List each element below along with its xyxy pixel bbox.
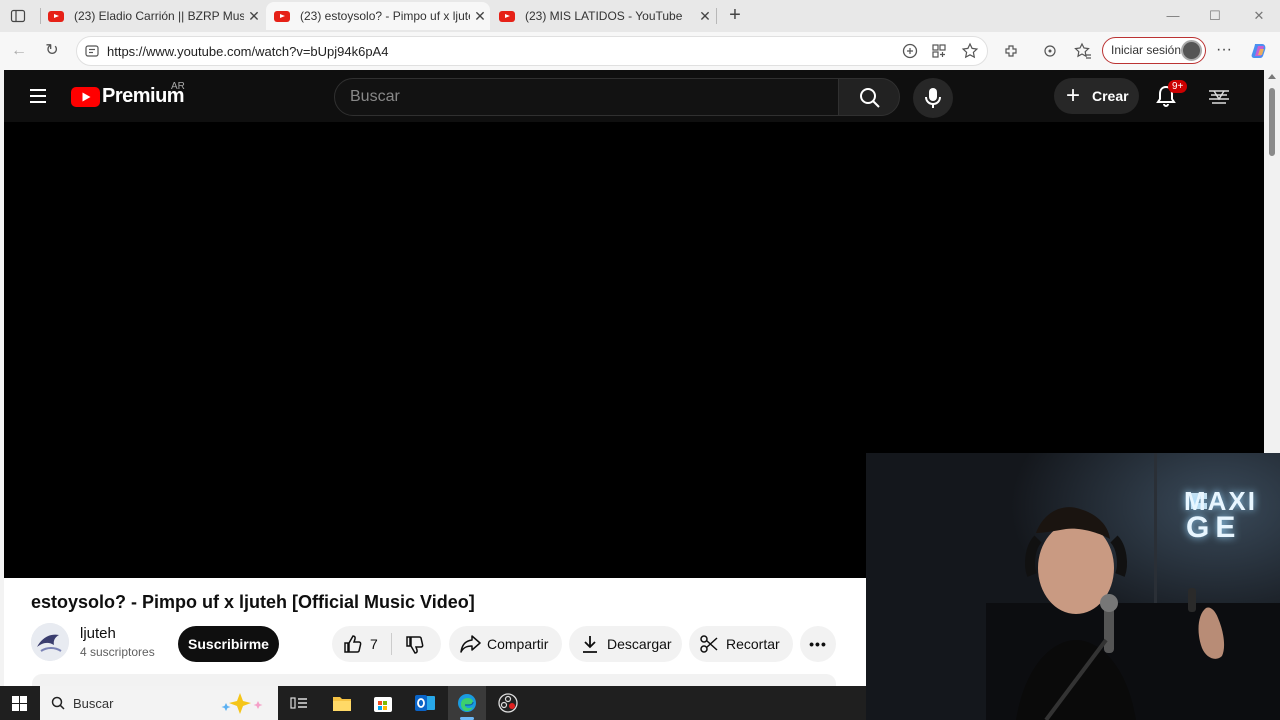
obs-icon[interactable]	[498, 693, 518, 713]
youtube-premium-logo[interactable]: Premium AR	[71, 81, 191, 112]
browser-tab-estoysolo[interactable]: (23) estoysolo? - Pimpo uf x ljuteh [Off…	[266, 2, 490, 30]
browser-toolbar: ← ↻ https://www.youtube.com/watch?v=bUpj…	[0, 32, 1280, 70]
browser-tab-mis-latidos[interactable]: (23) MIS LATIDOS - YouTube ✕	[491, 2, 715, 30]
search-box	[334, 78, 839, 116]
apps-icon[interactable]	[930, 42, 948, 60]
notification-badge: 9+	[1168, 80, 1188, 93]
dislike-button[interactable]	[392, 626, 441, 662]
like-button[interactable]: 7	[332, 626, 390, 662]
tab-title: (23) Eladio Carrión || BZRP Music Sessio…	[74, 9, 244, 23]
channel-name[interactable]: ljuteh	[80, 625, 116, 642]
download-label: Descargar	[607, 636, 672, 652]
microphone-icon	[925, 88, 941, 108]
browser-tab-eladio[interactable]: (23) Eladio Carrión || BZRP Music Sessio…	[40, 2, 264, 30]
sign-in-button[interactable]: Iniciar sesión	[1102, 37, 1206, 64]
browser-tab-strip: (23) Eladio Carrión || BZRP Music Sessio…	[0, 0, 1280, 32]
neon-sign-line2: GE	[1186, 511, 1242, 544]
like-dislike-group: 7	[332, 626, 441, 662]
notifications-button[interactable]: 9+	[1154, 80, 1188, 110]
description-box-edge	[32, 674, 836, 686]
url-text: https://www.youtube.com/watch?v=bUpj94k6…	[107, 44, 389, 59]
share-label: Compartir	[487, 636, 549, 652]
taskbar-search-placeholder: Buscar	[73, 696, 114, 711]
region-code: AR	[171, 81, 185, 92]
extensions-icon[interactable]	[1002, 42, 1020, 60]
address-bar[interactable]: https://www.youtube.com/watch?v=bUpj94k6…	[76, 36, 988, 66]
account-avatar[interactable]	[1206, 86, 1232, 106]
site-info-icon[interactable]	[84, 43, 100, 59]
back-icon[interactable]: ←	[9, 41, 29, 61]
like-count: 7	[370, 636, 378, 652]
edge-icon	[458, 694, 476, 712]
reload-icon[interactable]: ↻	[42, 41, 62, 61]
tab-title: (23) MIS LATIDOS - YouTube	[525, 9, 683, 23]
new-tab-icon[interactable]: +	[724, 4, 746, 26]
search-icon	[51, 696, 65, 710]
thumbs-down-icon	[406, 636, 424, 654]
more-actions-button[interactable]: •••	[800, 626, 836, 662]
webcam-overlay: MAXI GE	[866, 453, 1280, 720]
minimize-icon[interactable]: —	[1163, 6, 1183, 26]
youtube-favicon-icon	[499, 10, 515, 22]
translate-icon[interactable]	[901, 42, 919, 60]
browser-essentials-icon[interactable]	[1041, 42, 1059, 60]
search-button[interactable]	[838, 78, 900, 116]
create-button[interactable]: + Crear	[1054, 78, 1139, 114]
search-input[interactable]	[350, 88, 820, 106]
hamburger-menu-icon[interactable]	[28, 86, 48, 106]
scissors-icon	[700, 635, 718, 653]
subscribe-label: Suscribirme	[188, 636, 269, 652]
tab-title: (23) estoysolo? - Pimpo uf x ljuteh [Off…	[300, 9, 470, 23]
subscriber-count: 4 suscriptores	[80, 645, 155, 659]
favorites-icon[interactable]	[1074, 42, 1092, 60]
maximize-icon[interactable]: ☐	[1205, 6, 1225, 26]
download-button[interactable]: Descargar	[569, 626, 682, 662]
video-title: estoysolo? - Pimpo uf x ljuteh [Official…	[31, 592, 475, 612]
close-tab-icon[interactable]: ✕	[244, 8, 264, 25]
plus-icon: +	[1066, 82, 1081, 109]
sparkle-icon	[221, 693, 263, 714]
channel-avatar[interactable]	[31, 623, 69, 661]
download-icon	[583, 636, 597, 653]
close-tab-icon[interactable]: ✕	[470, 8, 490, 25]
thumbs-up-icon	[344, 635, 362, 653]
search-icon	[860, 88, 880, 108]
subscribe-button[interactable]: Suscribirme	[178, 626, 279, 662]
edge-taskbar-button[interactable]	[448, 686, 486, 720]
task-view-icon[interactable]	[290, 695, 308, 711]
youtube-favicon-icon	[48, 10, 64, 22]
windows-start-icon[interactable]	[12, 696, 27, 711]
sign-in-label: Iniciar sesión	[1111, 43, 1182, 57]
microsoft-store-icon[interactable]	[373, 693, 393, 713]
close-window-icon[interactable]: ✕	[1249, 6, 1269, 26]
profile-avatar	[1181, 40, 1202, 61]
more-options-icon[interactable]: ···	[1214, 40, 1234, 60]
share-icon	[460, 635, 481, 653]
clip-label: Recortar	[726, 636, 780, 652]
youtube-header: Premium AR + Crear 9+	[4, 70, 1264, 122]
youtube-favicon-icon	[274, 10, 290, 22]
file-explorer-icon[interactable]	[332, 694, 352, 712]
close-tab-icon[interactable]: ✕	[695, 8, 715, 25]
voice-search-button[interactable]	[913, 78, 953, 118]
clip-button[interactable]: Recortar	[689, 626, 793, 662]
favorite-star-icon[interactable]	[961, 42, 979, 60]
more-dots-icon: •••	[809, 636, 827, 652]
scrollbar-thumb[interactable]	[1269, 88, 1275, 156]
outlook-icon[interactable]	[414, 693, 436, 713]
create-label: Crear	[1092, 88, 1129, 104]
tab-actions-icon[interactable]	[10, 8, 26, 24]
taskbar-search[interactable]: Buscar	[40, 686, 278, 720]
share-button[interactable]: Compartir	[449, 626, 562, 662]
copilot-icon[interactable]	[1250, 41, 1270, 61]
scroll-up-icon[interactable]	[1268, 74, 1276, 79]
